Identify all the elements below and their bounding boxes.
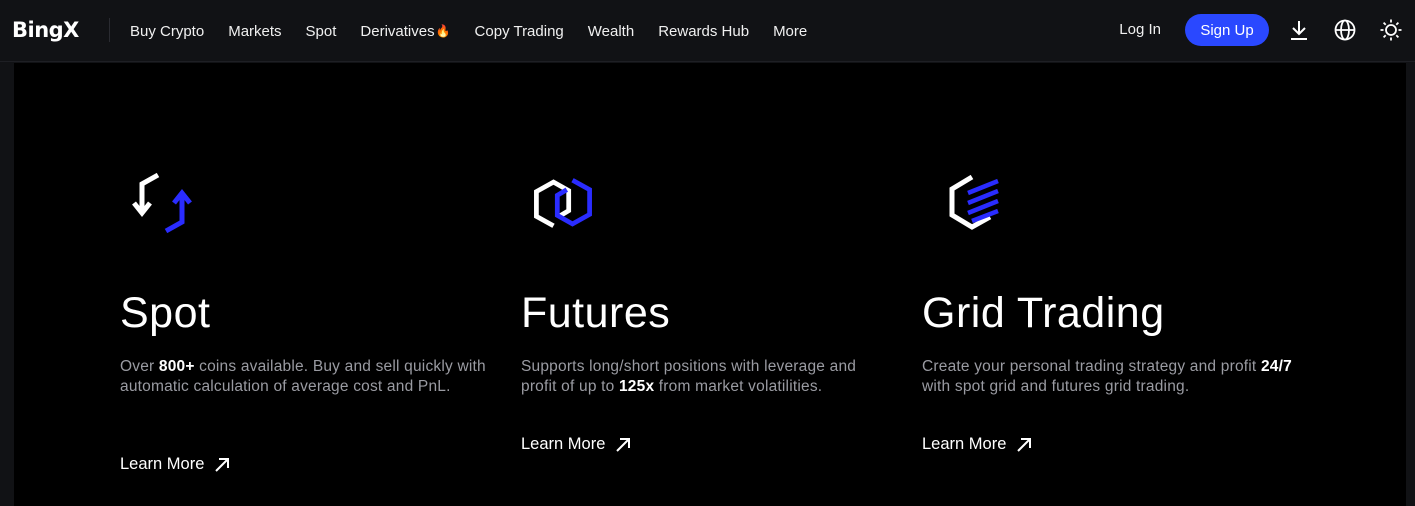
arrow-up-right-icon — [1017, 437, 1032, 452]
card-title: Grid Trading — [922, 289, 1165, 337]
top-navbar: BingX Buy Crypto Markets Spot Derivative… — [0, 0, 1415, 62]
nav-buy-crypto[interactable]: Buy Crypto — [130, 23, 204, 40]
spot-arrows-icon — [132, 172, 192, 234]
nav-derivatives-label: Derivatives — [360, 22, 435, 40]
grid-trading-icon — [949, 174, 999, 230]
nav-spot[interactable]: Spot — [306, 23, 337, 40]
nav-derivatives[interactable]: Derivatives 🔥 — [360, 23, 450, 40]
card-description: Over 800+ coins available. Buy and sell … — [120, 358, 486, 395]
login-link[interactable]: Log In — [1119, 21, 1161, 38]
nav-copy-trading[interactable]: Copy Trading — [475, 23, 564, 40]
learn-more-link[interactable]: Learn More — [521, 435, 631, 454]
fire-icon: 🔥 — [435, 24, 451, 38]
globe-icon[interactable] — [1333, 18, 1357, 42]
arrow-up-right-icon — [215, 457, 230, 472]
bingx-logo[interactable]: BingX — [12, 18, 79, 42]
page-scrollbar[interactable] — [1406, 63, 1415, 506]
learn-more-link[interactable]: Learn More — [922, 435, 1032, 454]
download-icon[interactable] — [1287, 18, 1311, 42]
products-section: Spot Over 800+ coins available. Buy and … — [14, 63, 1406, 506]
theme-sun-icon[interactable] — [1379, 18, 1403, 42]
card-description: Supports long/short positions with lever… — [521, 358, 857, 395]
card-description: Create your personal trading strategy an… — [922, 358, 1292, 395]
signup-button[interactable]: Sign Up — [1185, 14, 1269, 46]
arrow-up-right-icon — [616, 437, 631, 452]
main-nav: Buy Crypto Markets Spot Derivatives 🔥 Cop… — [130, 0, 831, 62]
learn-more-link[interactable]: Learn More — [120, 455, 230, 474]
card-title: Spot — [120, 289, 211, 337]
nav-markets[interactable]: Markets — [228, 23, 281, 40]
nav-rewards-hub[interactable]: Rewards Hub — [658, 23, 749, 40]
nav-more[interactable]: More — [773, 23, 807, 40]
nav-wealth[interactable]: Wealth — [588, 23, 634, 40]
logo-divider — [109, 18, 110, 42]
card-title: Futures — [521, 289, 671, 337]
futures-hexagon-icon — [534, 178, 592, 228]
